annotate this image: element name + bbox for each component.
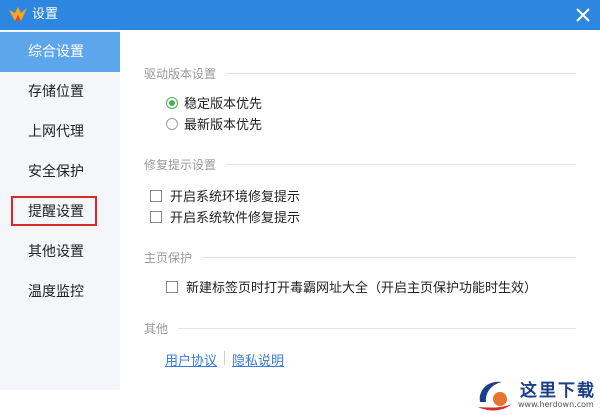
- sidebar-item-label: 安全保护: [28, 164, 84, 180]
- settings-content: 驱动版本设置 稳定版本优先 最新版本优先 修复提示设置 开启系统环境修复提示 开…: [120, 30, 600, 415]
- settings-sidebar: 综合设置 存储位置 上网代理 安全保护 提醒设置 其他设置 温度监控: [0, 30, 120, 390]
- section-title-text: 其他: [144, 322, 169, 336]
- sidebar-item-security[interactable]: 安全保护: [0, 152, 120, 192]
- section-title-text: 驱动版本设置: [144, 67, 217, 81]
- sidebar-item-label: 提醒设置: [28, 204, 84, 220]
- checkbox-new-tab-navigation[interactable]: 新建标签页时打开毒霸网址大全（开启主页保护功能时生效）: [166, 277, 537, 296]
- radio-latest-version[interactable]: 最新版本优先: [166, 114, 262, 133]
- radio-stable-version[interactable]: 稳定版本优先: [166, 93, 262, 112]
- sidebar-item-label: 温度监控: [28, 284, 84, 300]
- checkbox[interactable]: [166, 280, 178, 293]
- sidebar-item-storage[interactable]: 存储位置: [0, 72, 120, 112]
- sidebar-item-label: 存储位置: [28, 84, 84, 100]
- checkbox[interactable]: [150, 210, 162, 223]
- sidebar-item-label: 其他设置: [28, 244, 84, 260]
- sidebar-item-reminders[interactable]: 提醒设置: [0, 192, 120, 232]
- window-title: 设置: [32, 7, 59, 22]
- title-bar: 设置: [0, 0, 600, 30]
- radio-button[interactable]: [166, 96, 178, 109]
- section-title-driver: 驱动版本设置: [144, 65, 576, 82]
- watermark-logo-icon: [478, 381, 512, 411]
- sidebar-item-label: 上网代理: [28, 124, 84, 140]
- privacy-policy-link[interactable]: 隐私说明: [232, 350, 284, 369]
- close-icon[interactable]: [572, 4, 594, 26]
- sidebar-item-label: 综合设置: [28, 44, 84, 60]
- checkbox-env-repair[interactable]: 开启系统环境修复提示: [150, 186, 300, 205]
- section-title-text: 修复提示设置: [144, 158, 217, 172]
- section-divider: [178, 328, 576, 329]
- checkbox[interactable]: [150, 189, 162, 202]
- link-separator: [224, 351, 225, 365]
- radio-label: 最新版本优先: [184, 118, 263, 133]
- checkbox-label: 新建标签页时打开毒霸网址大全（开启主页保护功能时生效）: [186, 281, 538, 296]
- section-title-other: 其他: [144, 320, 576, 337]
- section-divider: [226, 164, 576, 165]
- site-watermark: 这里下载 www.herdown.com: [474, 372, 600, 415]
- radio-button[interactable]: [166, 117, 178, 130]
- sidebar-item-temperature[interactable]: 温度监控: [0, 272, 120, 312]
- checkbox-label: 开启系统环境修复提示: [170, 190, 301, 205]
- watermark-title: 这里下载: [520, 381, 596, 401]
- sidebar-item-general[interactable]: 综合设置: [0, 32, 120, 72]
- section-divider: [202, 257, 576, 258]
- user-agreement-link[interactable]: 用户协议: [165, 350, 217, 369]
- radio-label: 稳定版本优先: [184, 97, 263, 112]
- section-title-repair: 修复提示设置: [144, 156, 576, 173]
- sidebar-item-other[interactable]: 其他设置: [0, 232, 120, 272]
- checkbox-label: 开启系统软件修复提示: [170, 211, 301, 226]
- watermark-url: www.herdown.com: [518, 400, 594, 409]
- app-logo-icon: [9, 7, 27, 21]
- section-title-homepage: 主页保护: [144, 249, 576, 266]
- section-divider: [226, 73, 576, 74]
- section-title-text: 主页保护: [144, 251, 193, 265]
- checkbox-software-repair[interactable]: 开启系统软件修复提示: [150, 207, 300, 226]
- sidebar-item-proxy[interactable]: 上网代理: [0, 112, 120, 152]
